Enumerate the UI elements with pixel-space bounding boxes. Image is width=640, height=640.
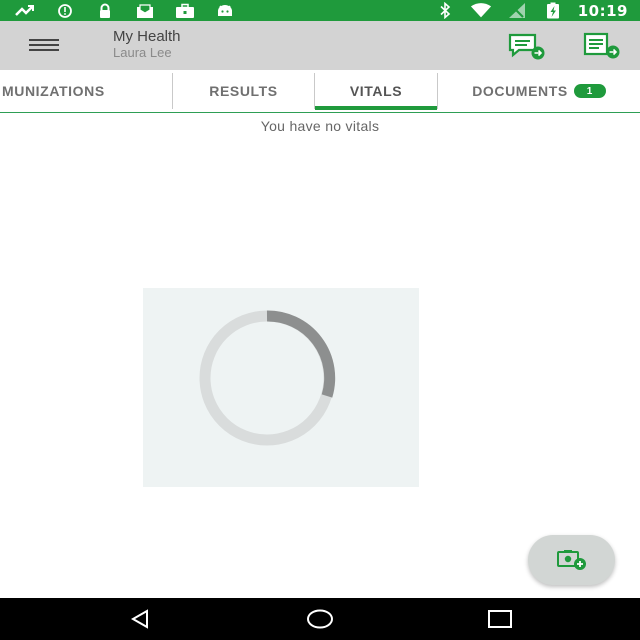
back-button[interactable] [118, 604, 162, 634]
document-send-icon [583, 32, 620, 59]
hamburger-menu-icon [29, 39, 59, 51]
battery-charging-icon [542, 2, 564, 19]
title-block: My Health Laura Lee [113, 28, 181, 60]
bluetooth-icon [434, 2, 456, 19]
status-time: 10:19 [577, 1, 628, 20]
tab-immunizations[interactable]: MUNIZATIONS [0, 70, 172, 112]
patient-name: Laura Lee [113, 45, 172, 60]
navigation-bar [0, 598, 640, 640]
send-message-button[interactable] [505, 30, 549, 62]
home-button[interactable] [298, 604, 342, 634]
loading-spinner-icon [199, 310, 336, 446]
add-photo-icon [556, 550, 586, 570]
mail-tray-icon [134, 2, 156, 19]
tab-label: VITALS [349, 83, 403, 99]
screen: 10:19 My Health Laura Lee MUNIZATIONS RE… [0, 0, 640, 640]
tab-label: RESULTS [209, 83, 278, 99]
wifi-icon [470, 2, 492, 19]
tab-label: DOCUMENTS [472, 83, 568, 99]
documents-count-badge: 1 [573, 84, 606, 98]
active-tab-indicator [315, 106, 437, 110]
home-icon [307, 609, 333, 629]
recents-button[interactable] [478, 604, 522, 634]
tab-results[interactable]: RESULTS [173, 70, 314, 112]
back-icon [130, 609, 148, 629]
recents-icon [488, 610, 512, 628]
status-bar: 10:19 [0, 0, 640, 21]
lock-icon [94, 2, 116, 19]
add-photo-button[interactable] [528, 535, 615, 585]
tab-documents[interactable]: DOCUMENTS 1 [438, 70, 640, 112]
alert-circle-icon [54, 2, 76, 19]
app-bar: My Health Laura Lee [0, 21, 640, 70]
android-icon [214, 2, 236, 19]
briefcase-icon [174, 2, 196, 19]
tab-label: MUNIZATIONS [2, 83, 105, 99]
empty-state-message: You have no vitals [260, 118, 380, 134]
loading-indicator [143, 288, 419, 487]
missed-call-icon [14, 2, 36, 19]
send-document-button[interactable] [580, 30, 624, 62]
menu-button[interactable] [22, 30, 66, 60]
page-title: My Health [113, 28, 181, 45]
signal-icon [506, 2, 528, 19]
message-send-icon [508, 33, 545, 60]
